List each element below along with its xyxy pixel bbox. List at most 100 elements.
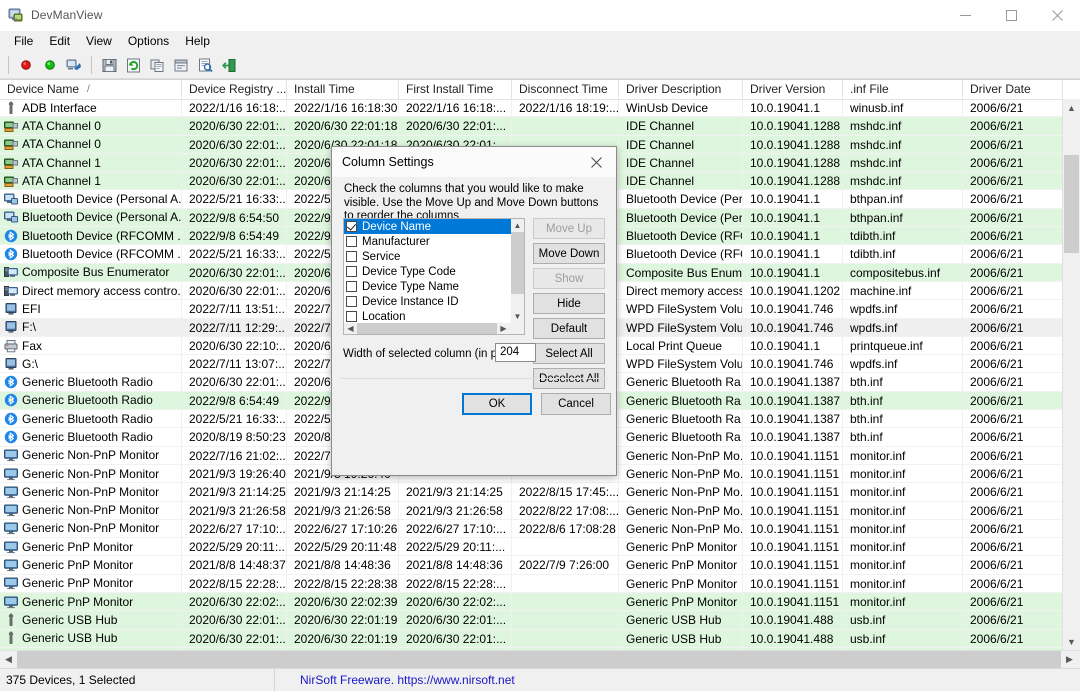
status-nirsoft-link[interactable]: NirSoft Freeware. https://www.nirsoft.ne…: [275, 669, 515, 691]
vertical-scrollbar[interactable]: ▲ ▼: [1062, 99, 1080, 650]
column-width-input[interactable]: 204: [495, 343, 536, 362]
columns-listbox[interactable]: Device NameManufacturerServiceDevice Typ…: [343, 218, 525, 335]
ok-button[interactable]: OK: [462, 393, 532, 415]
listbox-vertical-scrollbar[interactable]: ▲ ▼: [511, 219, 524, 323]
checkbox-icon[interactable]: [346, 251, 357, 262]
checkbox-icon[interactable]: [346, 311, 357, 322]
column-header-device-name[interactable]: Device Name/: [0, 80, 182, 99]
table-cell-driver-version: 10.0.19041.1: [743, 227, 843, 244]
default-button[interactable]: Default: [533, 318, 605, 339]
listbox-vertical-thumb[interactable]: [511, 232, 524, 294]
table-cell-driver-version: 10.0.19041.1288: [743, 154, 843, 171]
horizontal-scroll-thumb[interactable]: [17, 651, 1061, 668]
table-row[interactable]: ATA Channel 02020/6/30 22:01:...2020/6/3…: [0, 117, 1080, 135]
column-list-item[interactable]: Device Name: [344, 219, 511, 234]
copy-button[interactable]: [145, 54, 169, 76]
table-row[interactable]: Generic PnP Monitor2021/8/8 14:48:372021…: [0, 556, 1080, 574]
menu-view[interactable]: View: [78, 32, 120, 51]
column-list-item[interactable]: Device Type Name: [344, 279, 511, 294]
device-name-label: Generic PnP Monitor: [22, 575, 133, 592]
checkbox-icon[interactable]: [346, 236, 357, 247]
column-header-driver-version[interactable]: Driver Version: [743, 80, 843, 99]
select-all-button[interactable]: Select All: [533, 343, 605, 364]
table-row[interactable]: Generic USB Hub2020/6/30 22:01:...2020/6…: [0, 648, 1080, 650]
table-cell-inf-file: monitor.inf: [843, 447, 963, 464]
move-down-button[interactable]: Move Down: [533, 243, 605, 264]
column-list-item[interactable]: Location: [344, 309, 511, 324]
column-header-inf-file[interactable]: .inf File: [843, 80, 963, 99]
column-header-install-time[interactable]: Install Time: [287, 80, 399, 99]
minimize-icon[interactable]: [942, 0, 988, 30]
scroll-up-icon[interactable]: ▲: [511, 219, 524, 232]
horizontal-scrollbar[interactable]: ◀ ▶: [0, 650, 1080, 668]
system-device-icon: [4, 284, 18, 298]
refresh-button[interactable]: [121, 54, 145, 76]
menu-options[interactable]: Options: [120, 32, 177, 51]
table-cell-device-registry: 2021/9/3 21:26:58: [182, 502, 287, 519]
column-header-driver-date[interactable]: Driver Date: [963, 80, 1063, 99]
table-row[interactable]: Generic Non-PnP Monitor2022/6/27 17:10:.…: [0, 520, 1080, 538]
table-row[interactable]: ADB Interface2022/1/16 16:18:...2022/1/1…: [0, 99, 1080, 117]
scroll-down-icon[interactable]: ▼: [511, 310, 524, 323]
table-cell-driver-date: 2006/6/21: [963, 611, 1063, 628]
status-bar: 375 Devices, 1 Selected NirSoft Freeware…: [0, 668, 1080, 691]
enable-device-button[interactable]: [38, 54, 62, 76]
menu-edit[interactable]: Edit: [41, 32, 78, 51]
html-report-button[interactable]: [193, 54, 217, 76]
scroll-down-icon[interactable]: ▼: [1063, 633, 1080, 650]
column-list-item[interactable]: Device Instance ID: [344, 294, 511, 309]
column-header-disconnect-time[interactable]: Disconnect Time: [512, 80, 619, 99]
table-cell-install-time: 2022/6/27 17:10:26: [287, 520, 399, 537]
scroll-left-icon[interactable]: ◀: [0, 651, 17, 668]
column-list-item[interactable]: Device Type Code: [344, 264, 511, 279]
column-list-item[interactable]: Service: [344, 249, 511, 264]
table-row[interactable]: Generic Non-PnP Monitor2021/9/3 21:26:58…: [0, 502, 1080, 520]
listbox-horizontal-scrollbar[interactable]: ◀ ▶: [344, 323, 524, 334]
table-cell-driver-description: Generic Non-PnP Mo...: [619, 502, 743, 519]
table-row[interactable]: Generic Non-PnP Monitor2021/9/3 21:14:25…: [0, 483, 1080, 501]
table-cell-device-registry: 2022/6/27 17:10:...: [182, 520, 287, 537]
table-cell-inf-file: mshdc.inf: [843, 154, 963, 171]
table-cell-driver-date: 2006/6/21: [963, 483, 1063, 500]
column-header-driver-description[interactable]: Driver Description: [619, 80, 743, 99]
column-header-first-install-time[interactable]: First Install Time: [399, 80, 512, 99]
table-cell-disconnect-time: [512, 611, 619, 628]
column-list-item[interactable]: Manufacturer: [344, 234, 511, 249]
table-cell-device-registry: 2021/9/3 21:14:25: [182, 483, 287, 500]
table-row[interactable]: Generic PnP Monitor2022/5/29 20:11:...20…: [0, 538, 1080, 556]
vertical-scroll-thumb[interactable]: [1064, 155, 1079, 253]
restart-device-button[interactable]: [62, 54, 86, 76]
device-name-label: Generic Bluetooth Radio: [22, 373, 153, 390]
table-cell-device-name: Generic Bluetooth Radio: [0, 428, 182, 445]
exit-door-button[interactable]: [217, 54, 241, 76]
menu-help[interactable]: Help: [177, 32, 218, 51]
ide-channel-icon: [4, 137, 18, 151]
checkbox-icon[interactable]: [346, 296, 357, 307]
hide-button[interactable]: Hide: [533, 293, 605, 314]
disable-device-button[interactable]: [14, 54, 38, 76]
table-row[interactable]: Generic USB Hub2020/6/30 22:01:...2020/6…: [0, 611, 1080, 629]
close-icon[interactable]: [576, 147, 616, 177]
table-cell-device-registry: 2020/6/30 22:01:...: [182, 630, 287, 647]
checkbox-icon[interactable]: [346, 281, 357, 292]
listbox-horizontal-thumb[interactable]: [357, 323, 497, 334]
maximize-icon[interactable]: [988, 0, 1034, 30]
scroll-right-icon[interactable]: ▶: [497, 323, 510, 334]
save-button[interactable]: [97, 54, 121, 76]
table-row[interactable]: Generic USB Hub2020/6/30 22:01:...2020/6…: [0, 630, 1080, 648]
title-bar: DevManView: [0, 0, 1080, 31]
table-cell-device-name: Generic PnP Monitor: [0, 556, 182, 573]
checkbox-icon[interactable]: [346, 221, 357, 232]
scroll-right-icon[interactable]: ▶: [1061, 651, 1078, 668]
close-icon[interactable]: [1034, 0, 1080, 30]
scroll-left-icon[interactable]: ◀: [344, 323, 357, 334]
table-cell-first-install-time: 2020/6/30 22:01:...: [399, 648, 512, 650]
properties-button[interactable]: [169, 54, 193, 76]
menu-file[interactable]: File: [6, 32, 41, 51]
scroll-up-icon[interactable]: ▲: [1063, 99, 1080, 116]
cancel-button[interactable]: Cancel: [541, 393, 611, 415]
table-row[interactable]: Generic PnP Monitor2022/8/15 22:28:...20…: [0, 575, 1080, 593]
table-row[interactable]: Generic PnP Monitor2020/6/30 22:02:...20…: [0, 593, 1080, 611]
checkbox-icon[interactable]: [346, 266, 357, 277]
column-header-device-registry[interactable]: Device Registry ...: [182, 80, 287, 99]
